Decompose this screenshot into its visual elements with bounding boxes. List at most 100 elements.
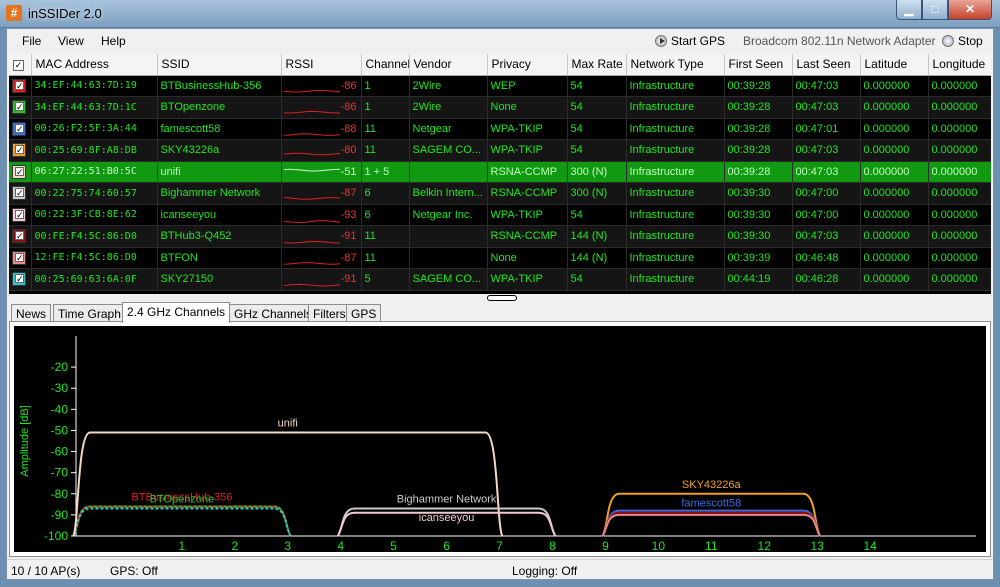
column-header-rssi[interactable]: RSSI xyxy=(281,54,362,76)
cell-rssi: -80 xyxy=(281,139,362,162)
menu-file[interactable]: File xyxy=(22,34,41,48)
cell-vendor: Belkin Intern... xyxy=(409,182,488,205)
column-header-ssid[interactable]: SSID xyxy=(157,54,282,76)
series-label: unifi xyxy=(278,418,298,430)
cell-max-rate: 54 xyxy=(567,75,627,97)
column-header-last-seen[interactable]: Last Seen xyxy=(792,54,861,76)
table-row[interactable]: ✓ 00:25:69:8F:A8:DB SKY43226a -80 11 SAGEM CO… xyxy=(9,139,991,162)
stop-button[interactable]: Stop xyxy=(942,34,983,48)
cell-max-rate: 54 xyxy=(567,204,627,226)
cell-privacy: WPA-TKIP xyxy=(487,118,568,140)
column-header-channel[interactable]: Channel xyxy=(361,54,410,76)
column-header-network-type[interactable]: Network Type xyxy=(626,54,725,76)
cell-latitude: 0.000000 xyxy=(860,161,929,183)
row-checkbox[interactable]: ✓ xyxy=(9,225,32,248)
series-color-swatch: ✓ xyxy=(12,207,26,222)
rssi-sparkline xyxy=(283,197,340,200)
cell-vendor xyxy=(409,225,488,248)
cell-mac: 34:EF:44:63:7D:1C xyxy=(31,96,158,119)
cell-channel: 1 xyxy=(361,75,410,97)
row-checkbox[interactable]: ✓ xyxy=(9,75,32,97)
cell-rssi: -91 xyxy=(281,268,362,291)
menu-help[interactable]: Help xyxy=(101,34,126,48)
cell-last-seen: 00:47:03 xyxy=(792,139,861,162)
splitter-handle[interactable] xyxy=(487,295,517,301)
adapter-selector[interactable]: Broadcom 802.11n Network Adapter xyxy=(743,34,936,48)
table-row[interactable]: ✓ 00:22:75:74:60:57 Bighammer Network -87 6 B… xyxy=(9,182,991,205)
x-tick-label: 11 xyxy=(705,539,718,552)
minimize-button[interactable]: ▁ xyxy=(896,0,922,20)
checkmark-icon: ✓ xyxy=(15,102,24,113)
maximize-button[interactable]: □ xyxy=(922,0,948,20)
cell-channel: 11 xyxy=(361,118,410,140)
tab-2-4-ghz-channels[interactable]: 2.4 GHz Channels xyxy=(122,302,231,323)
cell-max-rate: 144 (N) xyxy=(567,225,627,248)
app-icon: # xyxy=(6,5,22,21)
cell-vendor: SAGEM CO... xyxy=(409,139,488,162)
row-checkbox[interactable]: ✓ xyxy=(9,268,32,291)
tab-news[interactable]: News xyxy=(11,304,52,322)
tab-time-graph[interactable]: Time Graph xyxy=(53,304,126,322)
table-row[interactable]: ✓ 00:22:3F:CB:8E:62 icanseeyou -93 6 Netgear … xyxy=(9,204,991,226)
table-row[interactable]: ✓ 00:25:69:63:6A:0F SKY27150 -91 5 SAGEM CO..… xyxy=(9,268,991,291)
table-row[interactable]: ✓ 06:27:22:51:B0:5C unifi -51 1 + 5 RSNA-CCMP… xyxy=(9,161,991,183)
tab-filters[interactable]: Filters xyxy=(308,304,351,322)
row-checkbox[interactable]: ✓ xyxy=(9,139,32,162)
cell-ssid: BTHub3-Q452 xyxy=(157,225,282,248)
cell-channel: 6 xyxy=(361,182,410,205)
table-row[interactable]: ✓ 00:FE:F4:5C:86:D0 BTHub3-Q452 -91 11 RSNA-C… xyxy=(9,225,991,248)
main-window: File View Help Start GPS Broadcom 802.11… xyxy=(6,28,994,580)
column-header-privacy[interactable]: Privacy xyxy=(487,54,568,76)
cell-rssi: -88 xyxy=(281,118,362,140)
column-header-first-seen[interactable]: First Seen xyxy=(724,54,793,76)
cell-channel: 6 xyxy=(361,204,410,226)
close-button[interactable]: ✕ xyxy=(948,0,992,20)
cell-network-type: Infrastructure xyxy=(626,204,725,226)
title-bar[interactable]: # inSSIDer 2.0 ▁ □ ✕ xyxy=(0,0,1000,28)
cell-last-seen: 00:47:03 xyxy=(792,225,861,248)
cell-first-seen: 00:39:30 xyxy=(724,225,793,248)
column-header-max-rate[interactable]: Max Rate xyxy=(567,54,627,76)
tab-bar: News Time Graph 2.4 GHz Channels 5 GHz Chan… xyxy=(9,302,991,323)
row-checkbox[interactable]: ✓ xyxy=(9,247,32,269)
series-color-swatch: ✓ xyxy=(12,100,26,115)
start-gps-button[interactable]: Start GPS xyxy=(655,34,725,48)
row-checkbox[interactable]: ✓ xyxy=(9,204,32,226)
start-gps-label: Start GPS xyxy=(671,34,726,48)
cell-latitude: 0.000000 xyxy=(860,182,929,205)
row-checkbox[interactable]: ✓ xyxy=(9,182,32,205)
column-header-mac-address[interactable]: MAC Address xyxy=(31,54,158,76)
column-header-latitude[interactable]: Latitude xyxy=(860,54,929,76)
column-header-vendor[interactable]: Vendor xyxy=(409,54,488,76)
column-header-longitude[interactable]: Longitude xyxy=(928,54,991,76)
menu-view[interactable]: View xyxy=(58,34,84,48)
series-label: famescott58 xyxy=(681,498,741,510)
table-row[interactable]: ✓ 34:EF:44:63:7D:1C BTOpenzone -86 1 2Wire Non… xyxy=(9,96,991,119)
cell-first-seen: 00:39:28 xyxy=(724,139,793,162)
cell-longitude: 0.000000 xyxy=(928,118,991,140)
cell-first-seen: 00:39:30 xyxy=(724,182,793,205)
cell-max-rate: 300 (N) xyxy=(567,161,627,183)
channel-graph: -20-30-40-50-60-70-80-90-1001 2 3 4 5 6 7 8 9 10 1… xyxy=(14,326,986,552)
row-checkbox[interactable]: ✓ xyxy=(9,161,32,183)
cell-first-seen: 00:39:28 xyxy=(724,75,793,97)
cell-latitude: 0.000000 xyxy=(860,204,929,226)
table-row[interactable]: ✓ 12:FE:F4:5C:86:D0 BTFON -87 11 None 144 (N) I… xyxy=(9,247,991,269)
table-row[interactable]: ✓ 00:26:F2:5F:3A:44 famescott58 -88 11 Netgea… xyxy=(9,118,991,140)
row-checkbox[interactable]: ✓ xyxy=(9,118,32,140)
table-row[interactable]: ✓ 34:EF:44:63:7D:19 BTBusinessHub-356 -86 1 2… xyxy=(9,75,991,97)
cell-ssid: famescott58 xyxy=(157,118,282,140)
rssi-sparkline xyxy=(283,240,340,244)
row-checkbox[interactable]: ✓ xyxy=(9,96,32,119)
y-tick-label: -20 xyxy=(51,360,69,374)
cell-last-seen: 00:47:03 xyxy=(792,96,861,119)
cell-mac: 00:25:69:63:6A:0F xyxy=(31,268,158,291)
y-tick-label: -60 xyxy=(51,445,69,459)
cell-last-seen: 00:47:03 xyxy=(792,75,861,97)
cell-latitude: 0.000000 xyxy=(860,268,929,291)
cell-rssi: -87 xyxy=(281,247,362,269)
select-all-checkbox[interactable]: ✓ xyxy=(9,54,32,76)
tab-gps[interactable]: GPS xyxy=(346,304,382,322)
cell-vendor: Netgear xyxy=(409,118,488,140)
tab-5-ghz-channels[interactable]: 5 GHz Channels xyxy=(219,304,318,322)
